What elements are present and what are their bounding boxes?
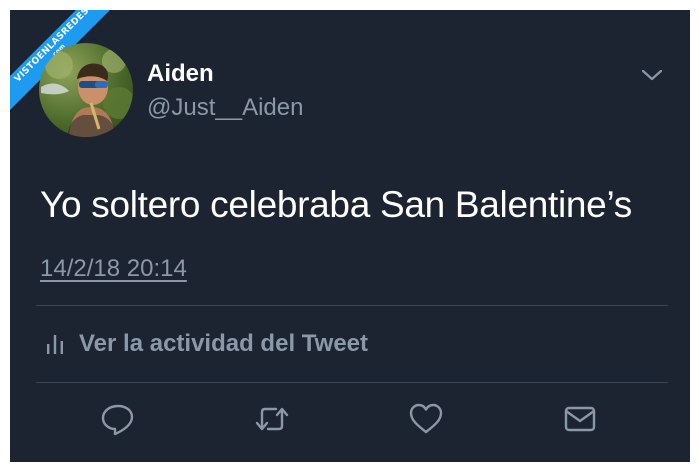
like-icon[interactable] bbox=[407, 400, 445, 438]
avatar-photo bbox=[41, 49, 133, 137]
reply-icon[interactable] bbox=[99, 400, 137, 438]
bar-chart-icon bbox=[47, 335, 63, 354]
tweet-text: Yo soltero celebraba San Balentine’s bbox=[40, 184, 632, 225]
message-icon[interactable] bbox=[561, 400, 599, 438]
chevron-down-icon[interactable] bbox=[640, 65, 664, 85]
tweet-activity-link[interactable]: Ver la actividad del Tweet bbox=[45, 330, 368, 358]
retweet-icon[interactable] bbox=[253, 400, 291, 438]
tweet-activity-label: Ver la actividad del Tweet bbox=[79, 330, 369, 357]
divider bbox=[36, 382, 668, 383]
tweet-card: VISTOENLASREDES .com Aiden @Just__Aiden … bbox=[10, 10, 690, 462]
avatar[interactable] bbox=[39, 43, 133, 137]
divider bbox=[36, 305, 668, 306]
tweet-timestamp[interactable]: 14/2/18 20:14 bbox=[40, 255, 187, 283]
author-handle[interactable]: @Just__Aiden bbox=[147, 94, 303, 122]
author-name[interactable]: Aiden bbox=[147, 60, 214, 88]
